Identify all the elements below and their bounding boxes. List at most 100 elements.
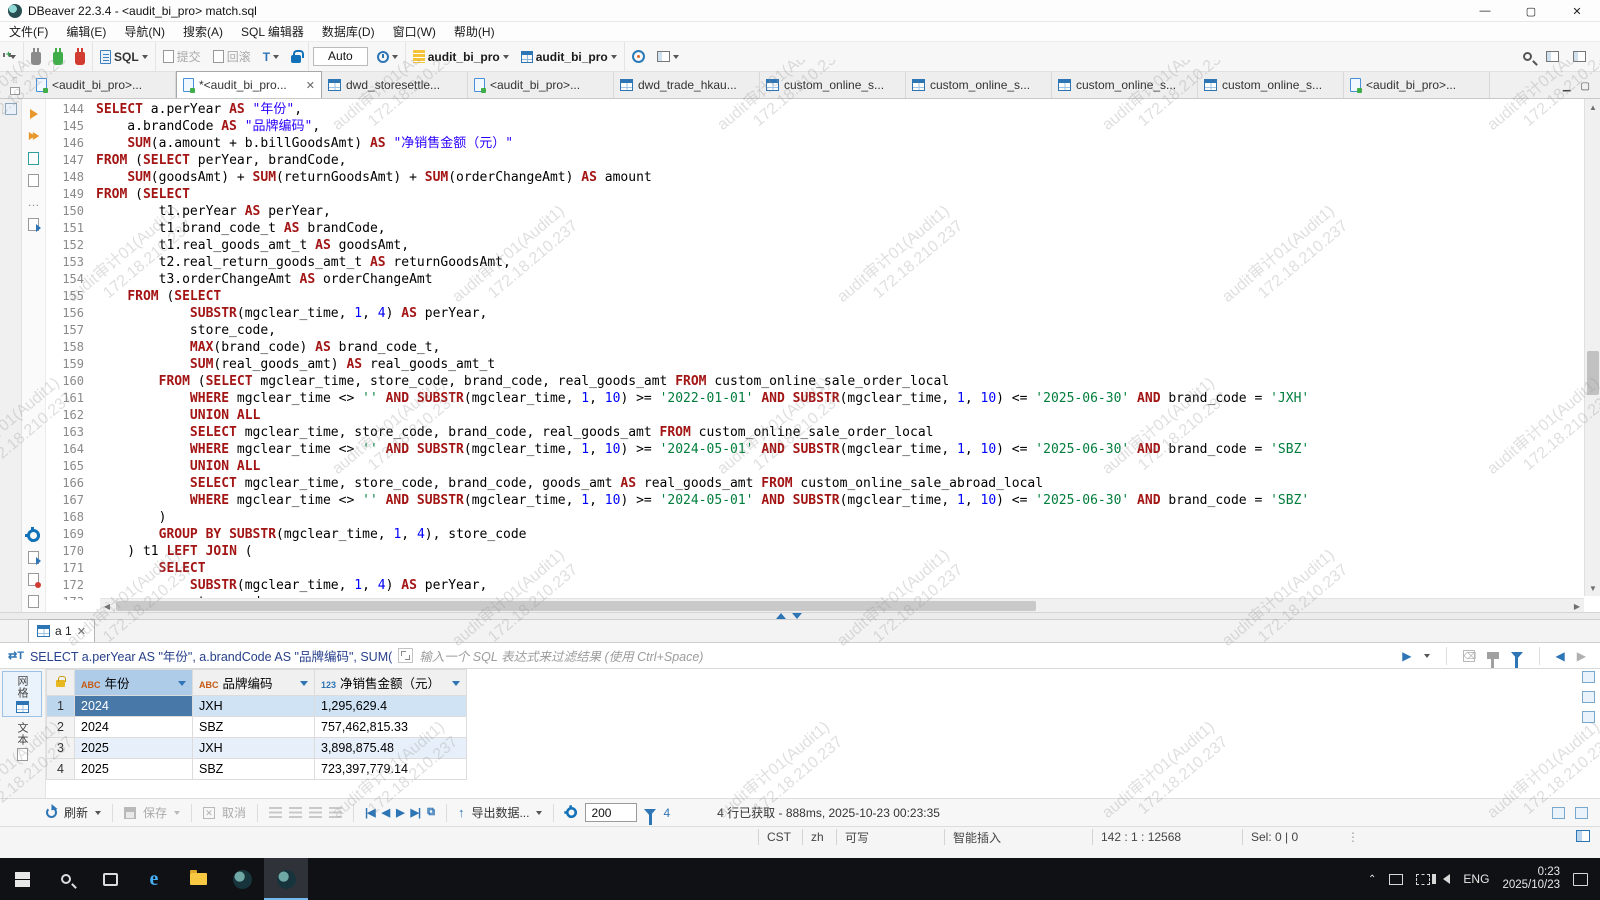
scroll-up-arrow[interactable]: ▲ [1585, 99, 1600, 115]
editor-tab-8[interactable]: custom_online_s... [1198, 72, 1344, 98]
grid-cell[interactable]: 2024 [75, 696, 193, 717]
grid-cell[interactable]: 723,397,779.14 [315, 759, 467, 780]
dbeaver-taskbar-button-active[interactable] [264, 858, 308, 900]
results-tab[interactable]: a 1 ✕ [28, 619, 95, 642]
row-filter-icon[interactable] [644, 809, 656, 816]
grid-cell[interactable]: 2025 [75, 759, 193, 780]
file-explorer-button[interactable] [176, 858, 220, 900]
row-number[interactable]: 2 [47, 717, 75, 738]
minimize-button[interactable]: — [1462, 0, 1508, 22]
add-row-icon[interactable] [269, 807, 282, 818]
rollback-button[interactable]: 回滚 [210, 46, 254, 67]
editor-horizontal-scrollbar[interactable]: ◀ ▶ [100, 598, 1584, 612]
task-view-button[interactable] [88, 858, 132, 900]
compass-button[interactable] [629, 48, 648, 65]
metadata-panel-icon[interactable] [1582, 691, 1595, 703]
collapse-up-icon[interactable] [776, 613, 786, 619]
grid-cell[interactable]: SBZ [193, 717, 315, 738]
results-view-tab-text[interactable]: 文本 [2, 719, 42, 764]
toolbar-panel-icon[interactable] [1552, 807, 1565, 819]
menu-item-2[interactable]: 导航(N) [115, 22, 174, 41]
disconnect-button[interactable] [72, 47, 88, 67]
execute-script-button[interactable] [22, 125, 45, 147]
autocommit-select[interactable]: Auto [313, 47, 368, 66]
refresh-dropdown[interactable] [95, 811, 101, 815]
grid-cell[interactable]: JXH [193, 738, 315, 759]
taskbar-search-button[interactable] [44, 858, 88, 900]
tab-close-icon[interactable]: ✕ [306, 79, 315, 92]
toolbar-panel2-icon[interactable] [1575, 807, 1588, 819]
minimize-editor-icon[interactable]: ▁ [1563, 81, 1571, 92]
export-data-button[interactable]: 导出数据... [471, 804, 529, 821]
more-actions-button[interactable]: … [22, 191, 45, 213]
tray-expand-icon[interactable]: ⌃ [1368, 874, 1376, 885]
output-panel-icon[interactable] [22, 213, 45, 235]
volume-tray-icon[interactable] [1443, 874, 1450, 884]
scroll-down-arrow[interactable]: ▼ [1585, 580, 1600, 596]
settings-gear-icon[interactable] [22, 524, 45, 546]
transaction-log-button[interactable] [374, 49, 401, 65]
schema-selector[interactable]: audit_bi_pro [518, 48, 620, 66]
menu-item-1[interactable]: 编辑(E) [57, 22, 115, 41]
network-button[interactable] [654, 49, 682, 64]
usb-tray-icon[interactable] [1389, 874, 1403, 885]
reconnect-button[interactable] [50, 47, 66, 67]
menu-item-5[interactable]: 数据库(D) [313, 22, 384, 41]
grid-cell[interactable]: SBZ [193, 759, 315, 780]
last-page-icon[interactable]: ▶| [411, 806, 421, 819]
editor-tab-5[interactable]: custom_online_s... [760, 72, 906, 98]
taskbar-clock[interactable]: 0:23 2025/10/23 [1502, 866, 1560, 892]
editor-tab-2[interactable]: dwd_storesettle... [322, 72, 468, 98]
refresh-button[interactable]: 刷新 [64, 804, 88, 821]
grid-cell[interactable]: 757,462,815.33 [315, 717, 467, 738]
duplicate-row-icon[interactable] [289, 807, 302, 818]
export-script-icon[interactable] [22, 546, 45, 568]
editor-tab-6[interactable]: custom_online_s... [906, 72, 1052, 98]
filter-icon[interactable] [1511, 652, 1523, 659]
notification-center-icon[interactable] [1573, 873, 1588, 886]
editor-tab-1[interactable]: *<audit_bi_pro...✕ [176, 71, 322, 98]
first-page-icon[interactable]: |◀ [365, 806, 375, 819]
scroll-right-arrow[interactable]: ▶ [1570, 599, 1584, 613]
forward-arrow-icon[interactable]: ▶ [1577, 649, 1586, 663]
transaction-mode-button[interactable]: T [260, 48, 282, 66]
delete-row-icon[interactable] [309, 807, 322, 818]
grid-cell[interactable]: 2024 [75, 717, 193, 738]
column-dropdown-icon[interactable] [452, 681, 460, 686]
editor-tab-0[interactable]: <audit_bi_pro>... [30, 72, 176, 98]
sql-code-editor[interactable]: 144SELECT a.perYear AS "年份",145 a.brandC… [46, 101, 1584, 600]
row-number[interactable]: 3 [47, 738, 75, 759]
panel-toggle-icon[interactable] [1546, 51, 1559, 62]
grid-cell[interactable]: JXH [193, 696, 315, 717]
fetch-size-input[interactable] [585, 803, 637, 822]
row-number[interactable]: 4 [47, 759, 75, 780]
filter-input[interactable]: 输入一个 SQL 表达式来过滤结果 (使用 Ctrl+Space) [419, 646, 703, 665]
sql-editor-button[interactable]: SQL [97, 48, 151, 66]
editor-tab-7[interactable]: custom_online_s... [1052, 72, 1198, 98]
save-button[interactable]: 保存 [143, 804, 167, 821]
editor-results-splitter[interactable] [0, 612, 1600, 620]
collapse-down-icon[interactable] [792, 613, 802, 619]
menu-item-7[interactable]: 帮助(H) [445, 22, 504, 41]
execute-statement-button[interactable] [22, 103, 45, 125]
vertical-scroll-thumb[interactable] [1587, 351, 1599, 395]
doc-icon[interactable] [22, 590, 45, 612]
grid-cell[interactable]: 3,898,875.48 [315, 738, 467, 759]
restore-panel-icon[interactable] [5, 103, 17, 115]
results-tab-close-icon[interactable]: ✕ [77, 625, 86, 638]
search-icon[interactable] [1523, 52, 1532, 61]
fetch-all-icon[interactable]: ⧉ [427, 806, 435, 819]
column-dropdown-icon[interactable] [300, 681, 308, 686]
explain-plan-icon[interactable] [22, 147, 45, 169]
editor-tab-9[interactable]: <audit_bi_pro>... [1344, 72, 1490, 98]
results-view-tab-grid[interactable]: 网格 [2, 671, 42, 717]
column-header-0[interactable]: ABC年份 [75, 670, 193, 696]
panel-toggle2-icon[interactable] [1573, 51, 1586, 62]
input-language[interactable]: ENG [1463, 872, 1489, 886]
scroll-left-arrow[interactable]: ◀ [100, 599, 114, 613]
menu-item-3[interactable]: 搜索(A) [174, 22, 232, 41]
next-page-icon[interactable]: ▶ [396, 806, 403, 819]
editor-tab-3[interactable]: <audit_bi_pro>... [468, 72, 614, 98]
new-connection-button[interactable]: + [4, 53, 19, 61]
edge-browser-button[interactable]: e [132, 858, 176, 900]
